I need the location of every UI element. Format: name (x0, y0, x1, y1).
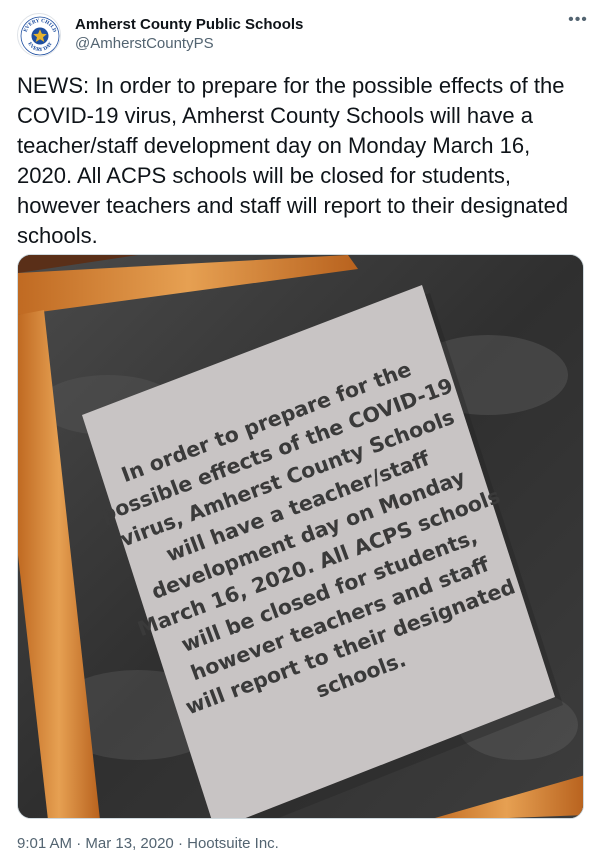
tweet-header: EVERY CHILD EVERY DAY Amherst County Pub… (17, 12, 590, 57)
chalkboard-notice-image: In order to prepare for the possible eff… (18, 255, 583, 818)
tweet-date[interactable]: Mar 13, 2020 (85, 835, 173, 852)
tweet-time[interactable]: 9:01 AM (17, 835, 72, 852)
tweet-source[interactable]: Hootsuite Inc. (187, 835, 279, 852)
author-avatar[interactable]: EVERY CHILD EVERY DAY (17, 13, 61, 57)
tweet-meta: 9:01 AM · Mar 13, 2020 · Hootsuite Inc. (17, 834, 279, 853)
tweet-text: NEWS: In order to prepare for the possib… (17, 73, 569, 248)
meta-separator: · (76, 835, 82, 852)
tweet-media-image[interactable]: In order to prepare for the possible eff… (17, 254, 584, 819)
tweet: EVERY CHILD EVERY DAY Amherst County Pub… (0, 0, 607, 853)
author-display-name[interactable]: Amherst County Public Schools (75, 15, 303, 34)
author-names: Amherst County Public Schools @AmherstCo… (75, 15, 303, 54)
author-handle[interactable]: @AmherstCountyPS (75, 34, 303, 54)
meta-separator: · (177, 835, 183, 852)
more-options-icon[interactable]: ••• (566, 12, 590, 33)
school-seal-icon: EVERY CHILD EVERY DAY (19, 15, 60, 56)
